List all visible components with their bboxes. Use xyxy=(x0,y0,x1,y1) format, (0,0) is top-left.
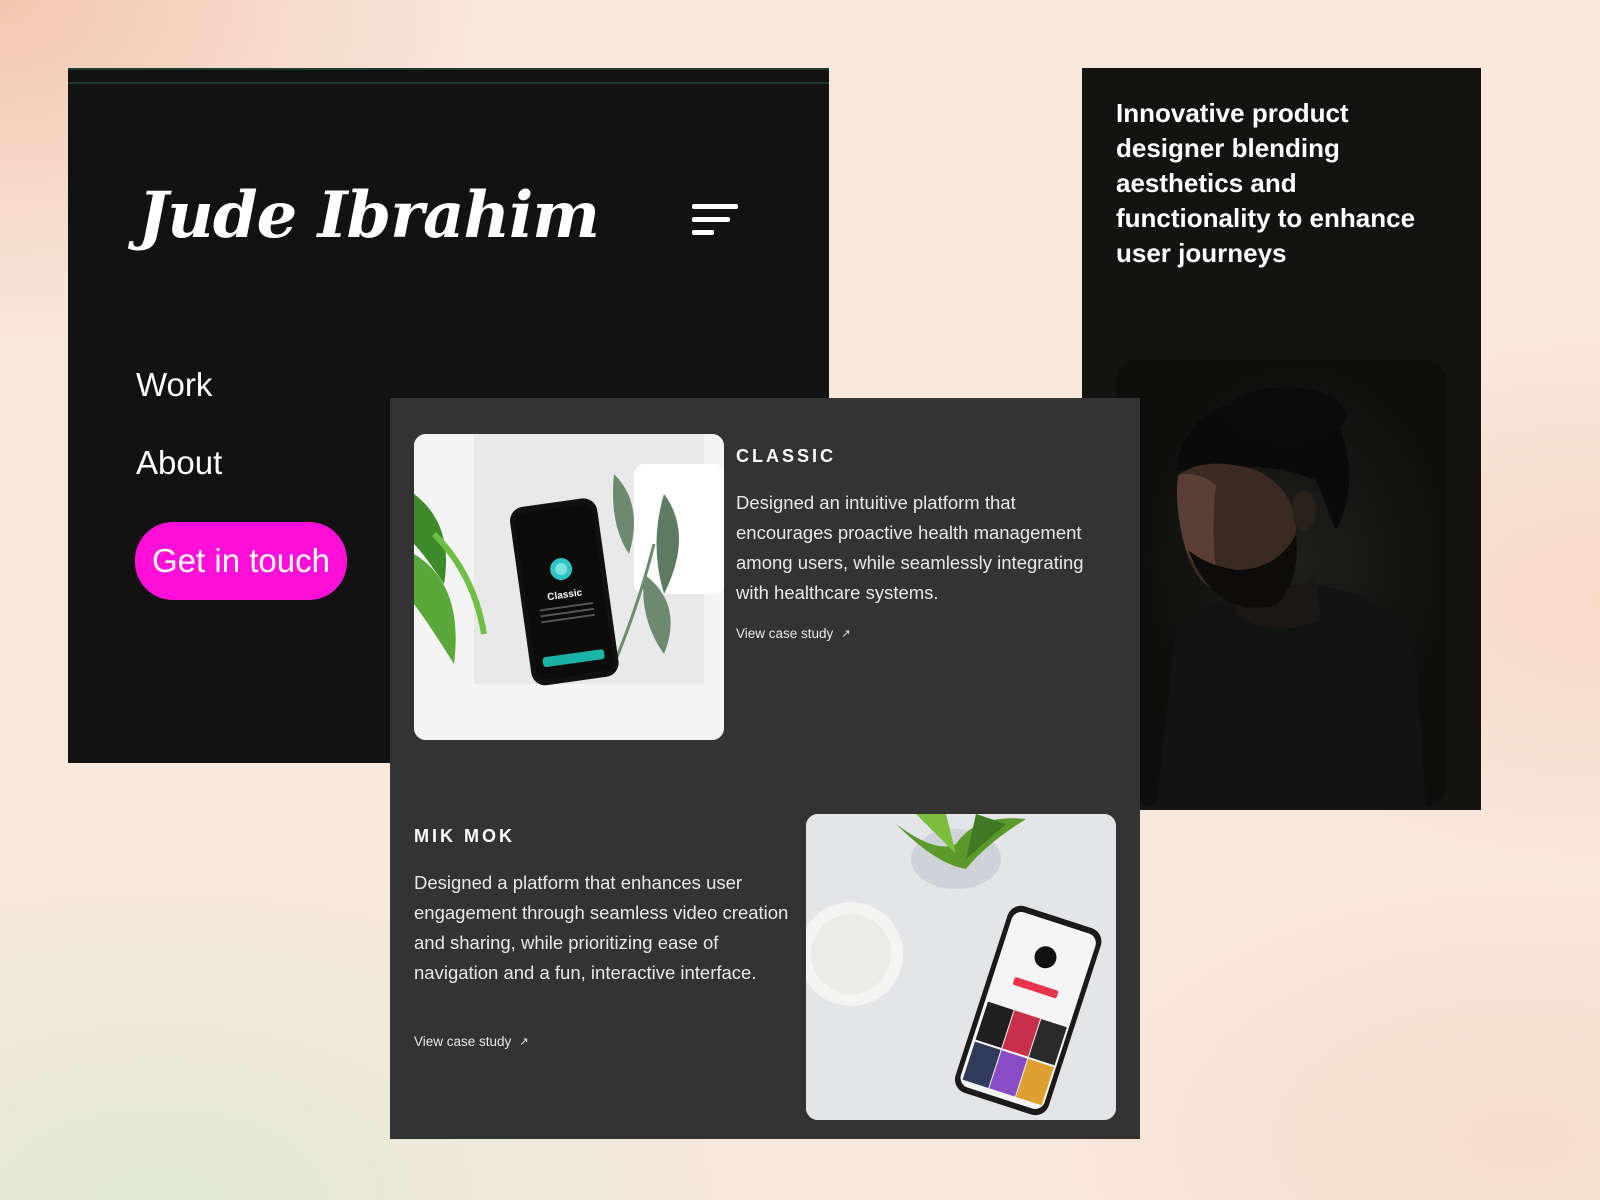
mikmok-project-title: MIK MOK xyxy=(414,826,515,846)
classic-project-image[interactable]: Classic xyxy=(414,434,724,740)
mikmok-case-study-link[interactable]: View case study ↗ xyxy=(414,1034,529,1049)
classic-project-description: Designed an intuitive platform that enco… xyxy=(736,492,1084,603)
site-logo[interactable]: Jude Ibrahim xyxy=(138,178,600,253)
nav-link-about[interactable]: About xyxy=(136,444,222,482)
bio-headline: Innovative product designer blending aes… xyxy=(1116,98,1416,268)
case-study-link-label: View case study xyxy=(414,1034,512,1049)
get-in-touch-button[interactable]: Get in touch xyxy=(135,522,347,600)
hamburger-menu-icon[interactable] xyxy=(692,204,740,244)
portrait-illustration xyxy=(1156,387,1426,806)
bio-panel: Innovative product designer blending aes… xyxy=(1082,68,1481,810)
mikmok-phone-mockup xyxy=(806,814,1116,1120)
classic-project-title: CLASSIC xyxy=(736,446,837,466)
classic-case-study-link[interactable]: View case study ↗ xyxy=(736,626,851,641)
mikmok-project-image[interactable] xyxy=(806,814,1116,1120)
arrow-up-right-icon: ↗ xyxy=(519,1036,529,1048)
projects-panel: Classic CLASSIC Designed an intuitive pl… xyxy=(390,398,1140,1139)
arrow-up-right-icon: ↗ xyxy=(841,628,851,640)
classic-phone-mockup: Classic xyxy=(414,434,724,740)
nav-link-work[interactable]: Work xyxy=(136,366,212,404)
portrait-photo xyxy=(1116,360,1446,806)
case-study-link-label: View case study xyxy=(736,626,834,641)
mikmok-project-description: Designed a platform that enhances user e… xyxy=(414,872,789,983)
